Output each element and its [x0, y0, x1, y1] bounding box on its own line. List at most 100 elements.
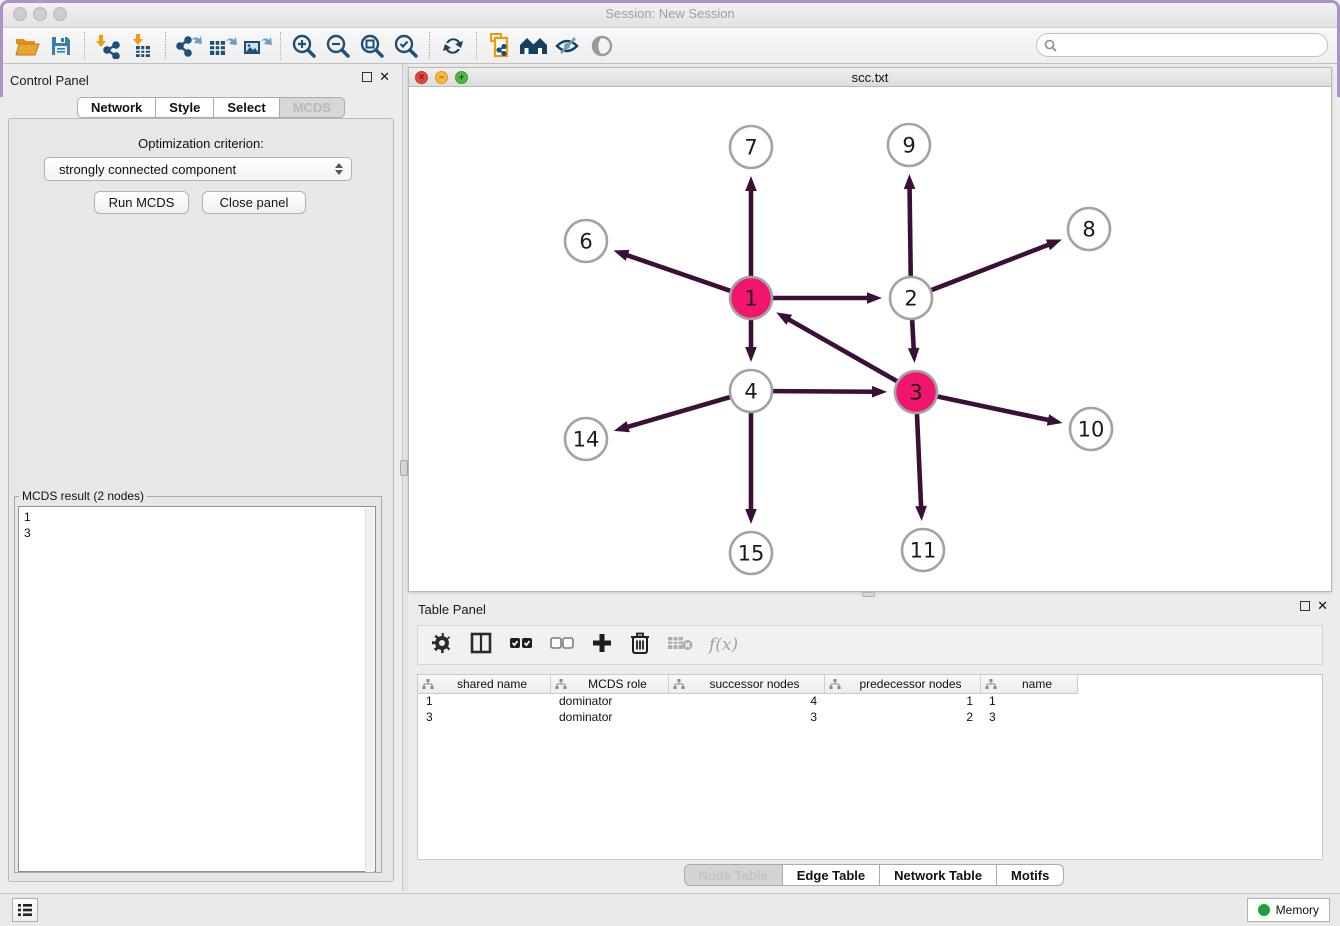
split-view-icon[interactable]	[469, 631, 493, 660]
memory-button[interactable]: Memory	[1247, 898, 1330, 922]
edge-1-6[interactable]	[624, 254, 730, 291]
table-cell: 1	[981, 694, 1078, 710]
node-label: 10	[1078, 418, 1105, 442]
select-all-icon[interactable]	[508, 633, 534, 658]
arrowhead-icon	[776, 312, 792, 324]
column-header[interactable]: shared name	[418, 675, 551, 694]
table-tabs: Node Table Edge Table Network Table Moti…	[408, 864, 1340, 886]
float-table-panel-icon[interactable]	[1300, 601, 1310, 611]
deselect-all-icon[interactable]	[549, 633, 575, 658]
birds-eye-icon[interactable]	[585, 31, 619, 61]
selected-option: strongly connected component	[59, 162, 236, 177]
app-titlebar: Session: New Session	[0, 0, 1340, 28]
optimization-criterion-label: Optimization criterion:	[0, 136, 402, 151]
column-header[interactable]: successor nodes	[669, 675, 825, 694]
search-input[interactable]	[1061, 38, 1327, 52]
save-icon[interactable]	[44, 31, 78, 61]
tab-network[interactable]: Network	[77, 97, 156, 118]
zoom-fit-icon[interactable]	[355, 31, 389, 61]
edge-2-3[interactable]	[912, 320, 914, 352]
select-stepper-icon	[335, 163, 343, 175]
node-label: 2	[904, 287, 917, 311]
network-window-titlebar[interactable]: ✕ − + scc.txt	[409, 68, 1331, 87]
close-panel-icon[interactable]: ✕	[379, 72, 390, 82]
zoom-out-icon[interactable]	[321, 31, 355, 61]
edge-4-14[interactable]	[624, 397, 729, 428]
window-title: Session: New Session	[0, 6, 1340, 21]
table-cell: 1	[418, 694, 551, 710]
search-field[interactable]	[1036, 33, 1328, 57]
edge-3-11[interactable]	[917, 414, 921, 510]
delete-icon[interactable]	[629, 631, 651, 660]
zoom-selected-icon[interactable]	[389, 31, 423, 61]
node-table[interactable]: shared nameMCDS rolesuccessor nodesprede…	[417, 674, 1323, 860]
tab-motifs[interactable]: Motifs	[997, 864, 1064, 886]
run-mcds-button[interactable]: Run MCDS	[94, 191, 189, 214]
first-neighbors-icon[interactable]	[517, 31, 551, 61]
refresh-layout-icon[interactable]	[436, 31, 470, 61]
mcds-result-list[interactable]: 1 3	[18, 506, 376, 872]
node-label: 11	[910, 539, 937, 563]
tab-mcds[interactable]: MCDS	[280, 97, 345, 118]
control-panel-tabs: Network Style Select MCDS	[77, 97, 345, 118]
arrowhead-icon	[745, 347, 757, 362]
edge-2-8[interactable]	[932, 243, 1052, 290]
edge-3-1[interactable]	[786, 318, 897, 381]
close-panel-button[interactable]: Close panel	[202, 191, 306, 214]
close-table-panel-icon[interactable]: ✕	[1317, 601, 1328, 611]
open-folder-icon[interactable]	[10, 31, 44, 61]
network-view-window[interactable]: ✕ − + scc.txt 7968124314101511	[408, 67, 1332, 592]
export-table-icon[interactable]	[206, 31, 240, 61]
edge-3-10[interactable]	[938, 397, 1052, 421]
memory-status-icon	[1258, 904, 1270, 916]
table-row[interactable]: 3dominator323	[418, 710, 1322, 726]
arrowhead-icon	[1047, 414, 1063, 425]
table-cell: 3	[418, 710, 551, 726]
horizontal-split-handle[interactable]	[862, 592, 875, 597]
import-network-icon[interactable]	[91, 31, 125, 61]
table-cell: dominator	[551, 710, 669, 726]
mcds-result-title: MCDS result (2 nodes)	[19, 489, 147, 503]
list-icon	[17, 903, 33, 917]
edge-4-3[interactable]	[773, 391, 876, 392]
column-header[interactable]: name	[981, 675, 1078, 694]
add-column-icon[interactable]	[590, 631, 614, 660]
column-header[interactable]: MCDS role	[551, 675, 669, 694]
graphics-details-icon[interactable]	[551, 31, 585, 61]
node-label: 3	[909, 381, 922, 405]
tab-network-table[interactable]: Network Table	[880, 864, 997, 886]
node-label: 7	[744, 136, 757, 160]
edge-2-9[interactable]	[910, 185, 911, 276]
export-network-icon[interactable]	[172, 31, 206, 61]
export-image-icon[interactable]	[240, 31, 274, 61]
tab-node-table[interactable]: Node Table	[684, 864, 783, 886]
table-cell: 3	[669, 710, 825, 726]
table-row[interactable]: 1dominator411	[418, 694, 1322, 710]
import-table-icon[interactable]	[125, 31, 159, 61]
gear-icon[interactable]	[430, 631, 454, 660]
clone-network-icon[interactable]	[483, 31, 517, 61]
network-graph-canvas[interactable]: 7968124314101511	[409, 87, 1331, 591]
tab-style[interactable]: Style	[156, 97, 214, 118]
vertical-split-handle[interactable]	[400, 460, 408, 476]
node-label: 1	[744, 287, 757, 311]
table-panel: Table Panel ✕ f(x) shared nameMCDS roles…	[408, 598, 1340, 891]
toolbar-separator	[165, 32, 166, 60]
control-panel: Control Panel ✕ Network Style Select MCD…	[0, 64, 402, 891]
table-column-headers: shared nameMCDS rolesuccessor nodesprede…	[418, 675, 1322, 694]
float-panel-icon[interactable]	[362, 72, 372, 82]
node-label: 6	[579, 230, 592, 254]
tab-edge-table[interactable]: Edge Table	[783, 864, 880, 886]
column-header[interactable]: predecessor nodes	[825, 675, 981, 694]
zoom-in-icon[interactable]	[287, 31, 321, 61]
node-label: 8	[1082, 218, 1095, 242]
toolbar-separator	[84, 32, 85, 60]
tab-select[interactable]: Select	[214, 97, 279, 118]
mcds-result-group: MCDS result (2 nodes) 1 3	[14, 489, 382, 873]
optimization-criterion-select[interactable]: strongly connected component	[44, 157, 352, 181]
table-toolbar: f(x)	[417, 625, 1323, 665]
arrowhead-icon	[745, 176, 757, 191]
task-history-button[interactable]	[12, 898, 38, 922]
result-scrollbar[interactable]	[365, 508, 374, 872]
node-label: 4	[744, 380, 757, 404]
